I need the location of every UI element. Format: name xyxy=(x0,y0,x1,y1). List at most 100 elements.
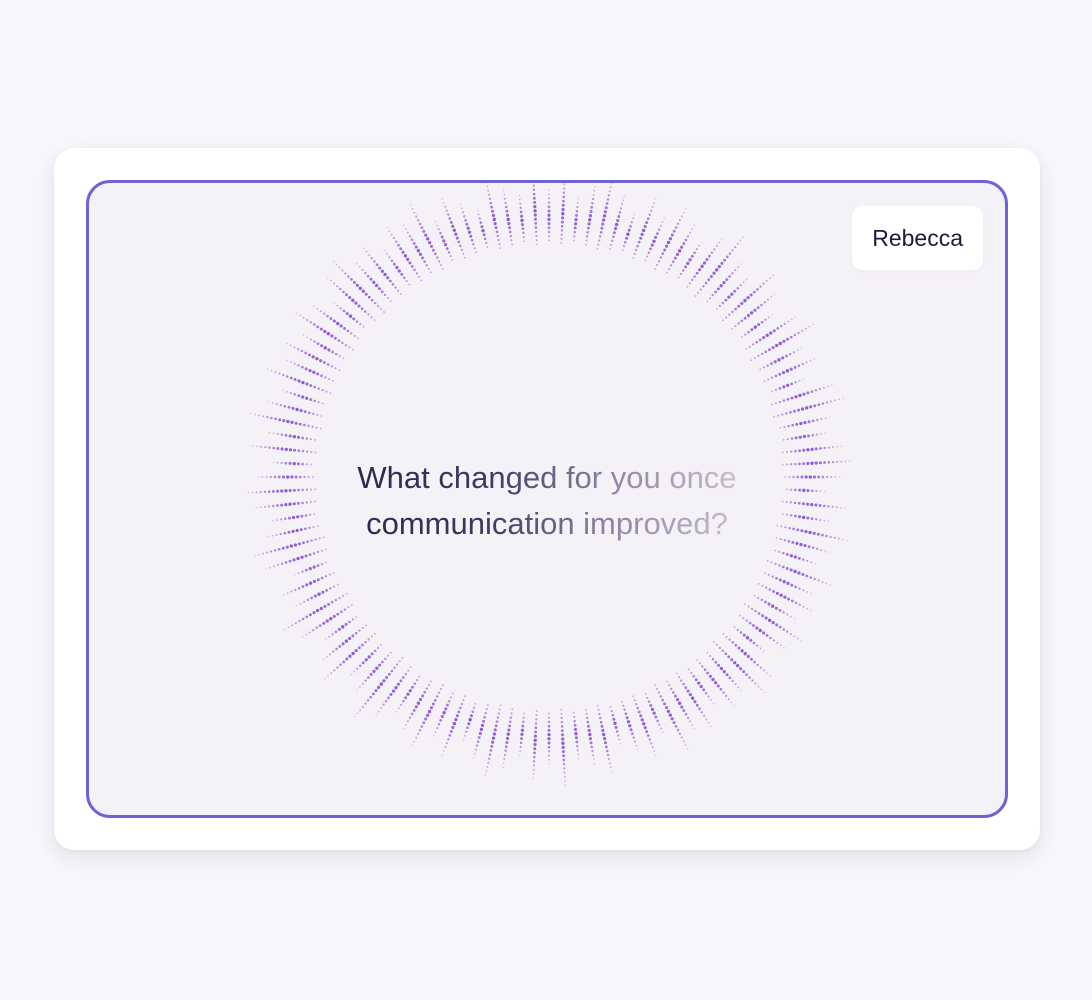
waveform-dot xyxy=(801,362,804,366)
waveform-dot xyxy=(285,375,289,378)
waveform-dot xyxy=(574,736,578,740)
waveform-dot xyxy=(576,202,579,204)
waveform-dot xyxy=(348,314,353,318)
waveform-dot xyxy=(725,635,728,638)
waveform-dot xyxy=(354,649,358,653)
waveform-dot xyxy=(276,432,279,436)
waveform-dot xyxy=(754,609,757,613)
waveform-dot xyxy=(740,263,742,265)
waveform-dot xyxy=(341,341,344,345)
waveform-dot xyxy=(447,213,450,216)
waveform-dot xyxy=(812,323,814,326)
waveform-dot xyxy=(492,217,496,222)
waveform-dot xyxy=(338,369,341,372)
waveform-ray xyxy=(621,700,639,751)
waveform-dot xyxy=(469,234,473,238)
waveform-dot xyxy=(386,296,389,300)
waveform-dot xyxy=(573,719,576,723)
waveform-dot xyxy=(809,359,812,362)
waveform-dot xyxy=(283,594,285,596)
waveform-ray xyxy=(547,189,551,242)
waveform-dot xyxy=(677,276,680,279)
waveform-dot xyxy=(367,638,370,641)
waveform-dot xyxy=(821,581,824,583)
waveform-dot xyxy=(466,726,469,730)
waveform-dot xyxy=(533,742,537,747)
waveform-dot xyxy=(655,687,658,690)
waveform-dot xyxy=(443,243,448,247)
waveform-ray xyxy=(750,323,814,362)
waveform-dot xyxy=(656,263,659,266)
waveform-dot xyxy=(728,313,731,316)
waveform-dot xyxy=(704,281,708,285)
waveform-dot xyxy=(503,758,506,761)
waveform-dot xyxy=(824,550,827,552)
waveform-dot xyxy=(494,724,498,728)
waveform-dot xyxy=(789,554,793,558)
waveform-dot xyxy=(418,729,422,732)
waveform-ray xyxy=(433,692,454,737)
waveform-dot xyxy=(775,343,779,348)
waveform-dot xyxy=(491,213,496,217)
waveform-dot xyxy=(367,655,371,659)
waveform-dot xyxy=(770,376,774,379)
waveform-dot xyxy=(266,368,269,370)
waveform-dot xyxy=(596,247,599,250)
waveform-dot xyxy=(575,214,578,217)
waveform-dot xyxy=(655,754,657,756)
waveform-dot xyxy=(275,403,278,406)
waveform-dot xyxy=(823,446,826,450)
waveform-dot xyxy=(309,384,313,388)
waveform-dot xyxy=(772,590,776,593)
waveform-dot xyxy=(829,400,833,403)
waveform-dot xyxy=(320,374,323,378)
waveform-dot xyxy=(305,382,309,386)
waveform-dot xyxy=(687,668,690,671)
waveform-dot xyxy=(306,598,310,602)
waveform-dot xyxy=(776,327,780,330)
waveform-dot xyxy=(335,263,338,266)
waveform-dot xyxy=(297,586,301,590)
waveform-ray xyxy=(356,651,392,691)
waveform-dot xyxy=(329,587,332,590)
waveform-dot xyxy=(325,588,328,592)
waveform-dot xyxy=(804,327,807,330)
waveform-dot xyxy=(358,286,362,290)
waveform-dot xyxy=(641,228,646,233)
waveform-dot xyxy=(316,550,320,554)
waveform-dot xyxy=(326,363,330,366)
waveform-dot xyxy=(510,712,513,715)
waveform-dot xyxy=(412,709,416,712)
waveform-dot xyxy=(397,289,400,292)
waveform-dot xyxy=(728,638,731,641)
waveform-dot xyxy=(651,746,654,749)
waveform-dot xyxy=(728,676,732,680)
waveform-dot xyxy=(534,722,538,725)
waveform-dot xyxy=(764,600,767,604)
waveform-dot xyxy=(413,211,416,214)
waveform-dot xyxy=(766,298,769,301)
waveform-dot xyxy=(753,594,756,597)
waveform-dot xyxy=(330,334,334,338)
waveform-dot xyxy=(393,666,396,669)
waveform-dot xyxy=(352,280,356,284)
waveform-dot xyxy=(345,592,348,595)
waveform-dot xyxy=(652,711,656,715)
waveform-dot xyxy=(731,679,734,683)
waveform-dot xyxy=(520,214,524,218)
waveform-dot xyxy=(459,203,462,206)
waveform-dot xyxy=(472,243,475,246)
waveform-dot xyxy=(718,646,721,649)
waveform-ray xyxy=(281,389,324,405)
waveform-dot xyxy=(700,241,703,243)
waveform-dot xyxy=(460,248,463,251)
waveform-dot xyxy=(447,700,451,703)
waveform-dot xyxy=(396,663,399,666)
waveform-dot xyxy=(373,301,377,305)
waveform-dot xyxy=(272,446,276,450)
waveform-ray xyxy=(779,416,831,429)
waveform-dot xyxy=(341,625,345,629)
waveform-dot xyxy=(342,290,345,294)
waveform-dot xyxy=(633,699,636,702)
waveform-dot xyxy=(786,450,789,454)
